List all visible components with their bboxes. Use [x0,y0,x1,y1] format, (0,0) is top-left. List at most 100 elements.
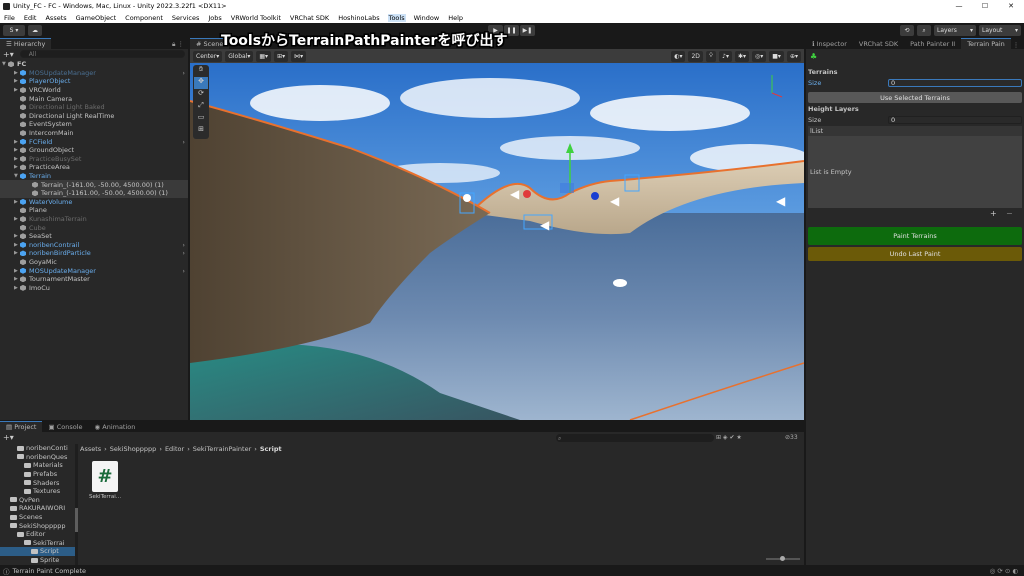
project-folder-item[interactable]: SekiTerrai [0,539,75,548]
expand-arrow-icon[interactable]: ▶ [14,285,20,291]
file-item[interactable]: # SekiTerrai… [89,461,121,505]
rect-tool-icon[interactable]: ▭ [198,113,205,125]
breadcrumb-assets[interactable]: Assets [80,445,101,453]
open-prefab-icon[interactable]: › [182,241,185,249]
expand-arrow-icon[interactable]: ▶ [14,268,20,274]
open-prefab-icon[interactable]: › [182,249,185,257]
project-folder-item[interactable]: RAKURAIWORI [0,504,75,513]
hierarchy-item[interactable]: GoyaMic [0,258,188,267]
expand-arrow-icon[interactable]: ▶ [14,233,20,239]
tab-inspector[interactable]: ℹ︎ Inspector [806,38,853,49]
hierarchy-item[interactable]: ▶ noribenContrail › [0,241,188,250]
tree-scrollbar-thumb[interactable] [75,508,78,532]
snap-settings-icon[interactable]: ⊞▾ [274,50,289,62]
step-button[interactable]: ▶❚ [520,25,535,36]
terrains-size-field[interactable]: 0 [888,78,1022,87]
hierarchy-item[interactable]: ▶ PracticeArea [0,163,188,172]
hierarchy-item[interactable]: Plane [0,206,188,215]
slider-thumb[interactable] [780,556,785,561]
grid-snap-icon[interactable]: ▦▾ [256,50,272,62]
hierarchy-item[interactable]: ▶ GroundObject [0,146,188,155]
menu-gameobject[interactable]: GameObject [75,14,118,22]
hand-tool-icon[interactable]: ✋︎ [199,65,203,77]
hierarchy-search-input[interactable]: All [19,50,185,58]
tab-hierarchy[interactable]: ☰ Hierarchy [0,38,52,49]
lock-icon[interactable]: 🔒︎ ⋮ [172,40,188,49]
status-icons[interactable]: ◎ ⟳ ⊙ ◐ [990,567,1018,575]
menu-services[interactable]: Services [171,14,200,22]
paint-terrains-button[interactable]: Paint Terrains [808,227,1022,245]
hierarchy-item[interactable]: ▶ KunashimaTerrain [0,215,188,224]
hierarchy-item[interactable]: ▶ VRCWorld [0,86,188,95]
undo-last-paint-button[interactable]: Undo Last Paint [808,247,1022,261]
hierarchy-item[interactable]: ▶ WaterVolume [0,198,188,207]
tab-console[interactable]: ▣ Console [42,421,89,432]
expand-arrow-icon[interactable]: ▶ [14,164,20,170]
hidden-objects-icon[interactable]: ◎▾ [752,50,767,62]
project-folder-item[interactable]: SekiShoppppp [0,521,75,530]
menu-window[interactable]: Window [413,14,441,22]
hierarchy-item[interactable]: IntercomMain [0,129,188,138]
scene-viewport[interactable]: ◀ ◀ ◀ ◀ ✋︎ ✥ ⟳ ⤢ ▭ ⊞ [190,63,804,420]
hierarchy-item[interactable]: EventSystem [0,120,188,129]
hierarchy-item[interactable]: Terrain_(-1161.00, -50.00, 4500.00) (1) [0,189,188,198]
menu-tools[interactable]: Tools [387,13,406,22]
project-folder-item[interactable]: noribenQues [0,453,75,462]
icon-size-slider[interactable] [766,556,800,561]
rotate-tool-icon[interactable]: ⟳ [198,89,204,101]
hierarchy-item[interactable]: Directional Light RealTime [0,112,188,121]
hierarchy-item[interactable]: ▶ PracticeBusySet [0,155,188,164]
tab-animation[interactable]: ◉ Animation [88,421,142,432]
remove-list-item-button[interactable]: − [1006,209,1013,218]
tab-project[interactable]: ▤ Project [0,421,43,432]
tab-terrain-painter[interactable]: Terrain Pain [961,38,1011,49]
breadcrumb-script[interactable]: Script [260,445,282,453]
menu-vrchat-sdk[interactable]: VRChat SDK [289,14,330,22]
expand-arrow-icon[interactable]: ▶ [14,147,20,153]
hierarchy-item[interactable]: ▼ Terrain [0,172,188,181]
project-folder-item[interactable]: noribenConti [0,444,75,453]
expand-arrow-icon[interactable]: ▼ [2,61,8,67]
audio-icon[interactable]: ♪▾ [719,50,732,62]
expand-arrow-icon[interactable]: ▶ [14,70,20,76]
lighting-icon[interactable]: 💡︎ [705,50,717,62]
maximize-button[interactable]: ☐ [972,2,998,10]
hierarchy-item[interactable]: ▶ ImoCu [0,284,188,293]
menu-jobs[interactable]: Jobs [207,14,222,22]
project-folder-item[interactable]: Textures [0,487,75,496]
2d-toggle[interactable]: 2D [688,50,703,62]
project-folder-item[interactable]: Scenes [0,513,75,522]
expand-arrow-icon[interactable]: ▶ [14,199,20,205]
tab-path-painter[interactable]: Path Painter II [904,38,962,49]
expand-arrow-icon[interactable]: ▶ [14,242,20,248]
open-prefab-icon[interactable]: › [182,69,185,77]
menu-hoshinolabs[interactable]: HoshinoLabs [337,14,380,22]
hierarchy-item[interactable]: Main Camera [0,94,188,103]
project-search-input[interactable]: ⌕ [556,433,714,442]
project-folder-item[interactable]: Shaders [0,478,75,487]
effects-icon[interactable]: ✱▾ [734,50,750,62]
menu-assets[interactable]: Assets [44,14,67,22]
add-list-item-button[interactable]: + [990,209,997,218]
expand-arrow-icon[interactable]: ▶ [14,78,20,84]
project-folder-item[interactable]: Materials [0,461,75,470]
open-prefab-icon[interactable]: › [182,138,185,146]
expand-arrow-icon[interactable]: ▼ [14,173,20,179]
project-folder-item[interactable]: Editor [0,530,75,539]
breadcrumb-sekishop[interactable]: SekiShoppppp [110,445,157,453]
layers-dropdown[interactable]: Layers ▾ [934,25,976,36]
transform-tool-icon[interactable]: ⊞ [198,125,204,137]
tree-scrollbar[interactable] [75,444,78,565]
pivot-dropdown[interactable]: Center ▾ [193,50,223,62]
height-size-field[interactable]: 0 [888,115,1022,124]
cloud-icon[interactable]: ☁ [28,25,42,36]
expand-arrow-icon[interactable]: ▶ [14,87,20,93]
breadcrumb-terrainpainter[interactable]: SekiTerrainPainter [193,445,251,453]
hierarchy-item[interactable]: ▶ noribenBirdParticle › [0,249,188,258]
add-button[interactable]: +▾ [3,50,14,59]
draw-mode-icon[interactable]: ◐▾ [671,50,686,62]
space-dropdown[interactable]: Global ▾ [225,50,254,62]
account-button[interactable]: S ▾ [3,25,25,36]
use-selected-terrains-button[interactable]: Use Selected Terrains [808,92,1022,103]
layout-dropdown[interactable]: Layout ▾ [979,25,1021,36]
